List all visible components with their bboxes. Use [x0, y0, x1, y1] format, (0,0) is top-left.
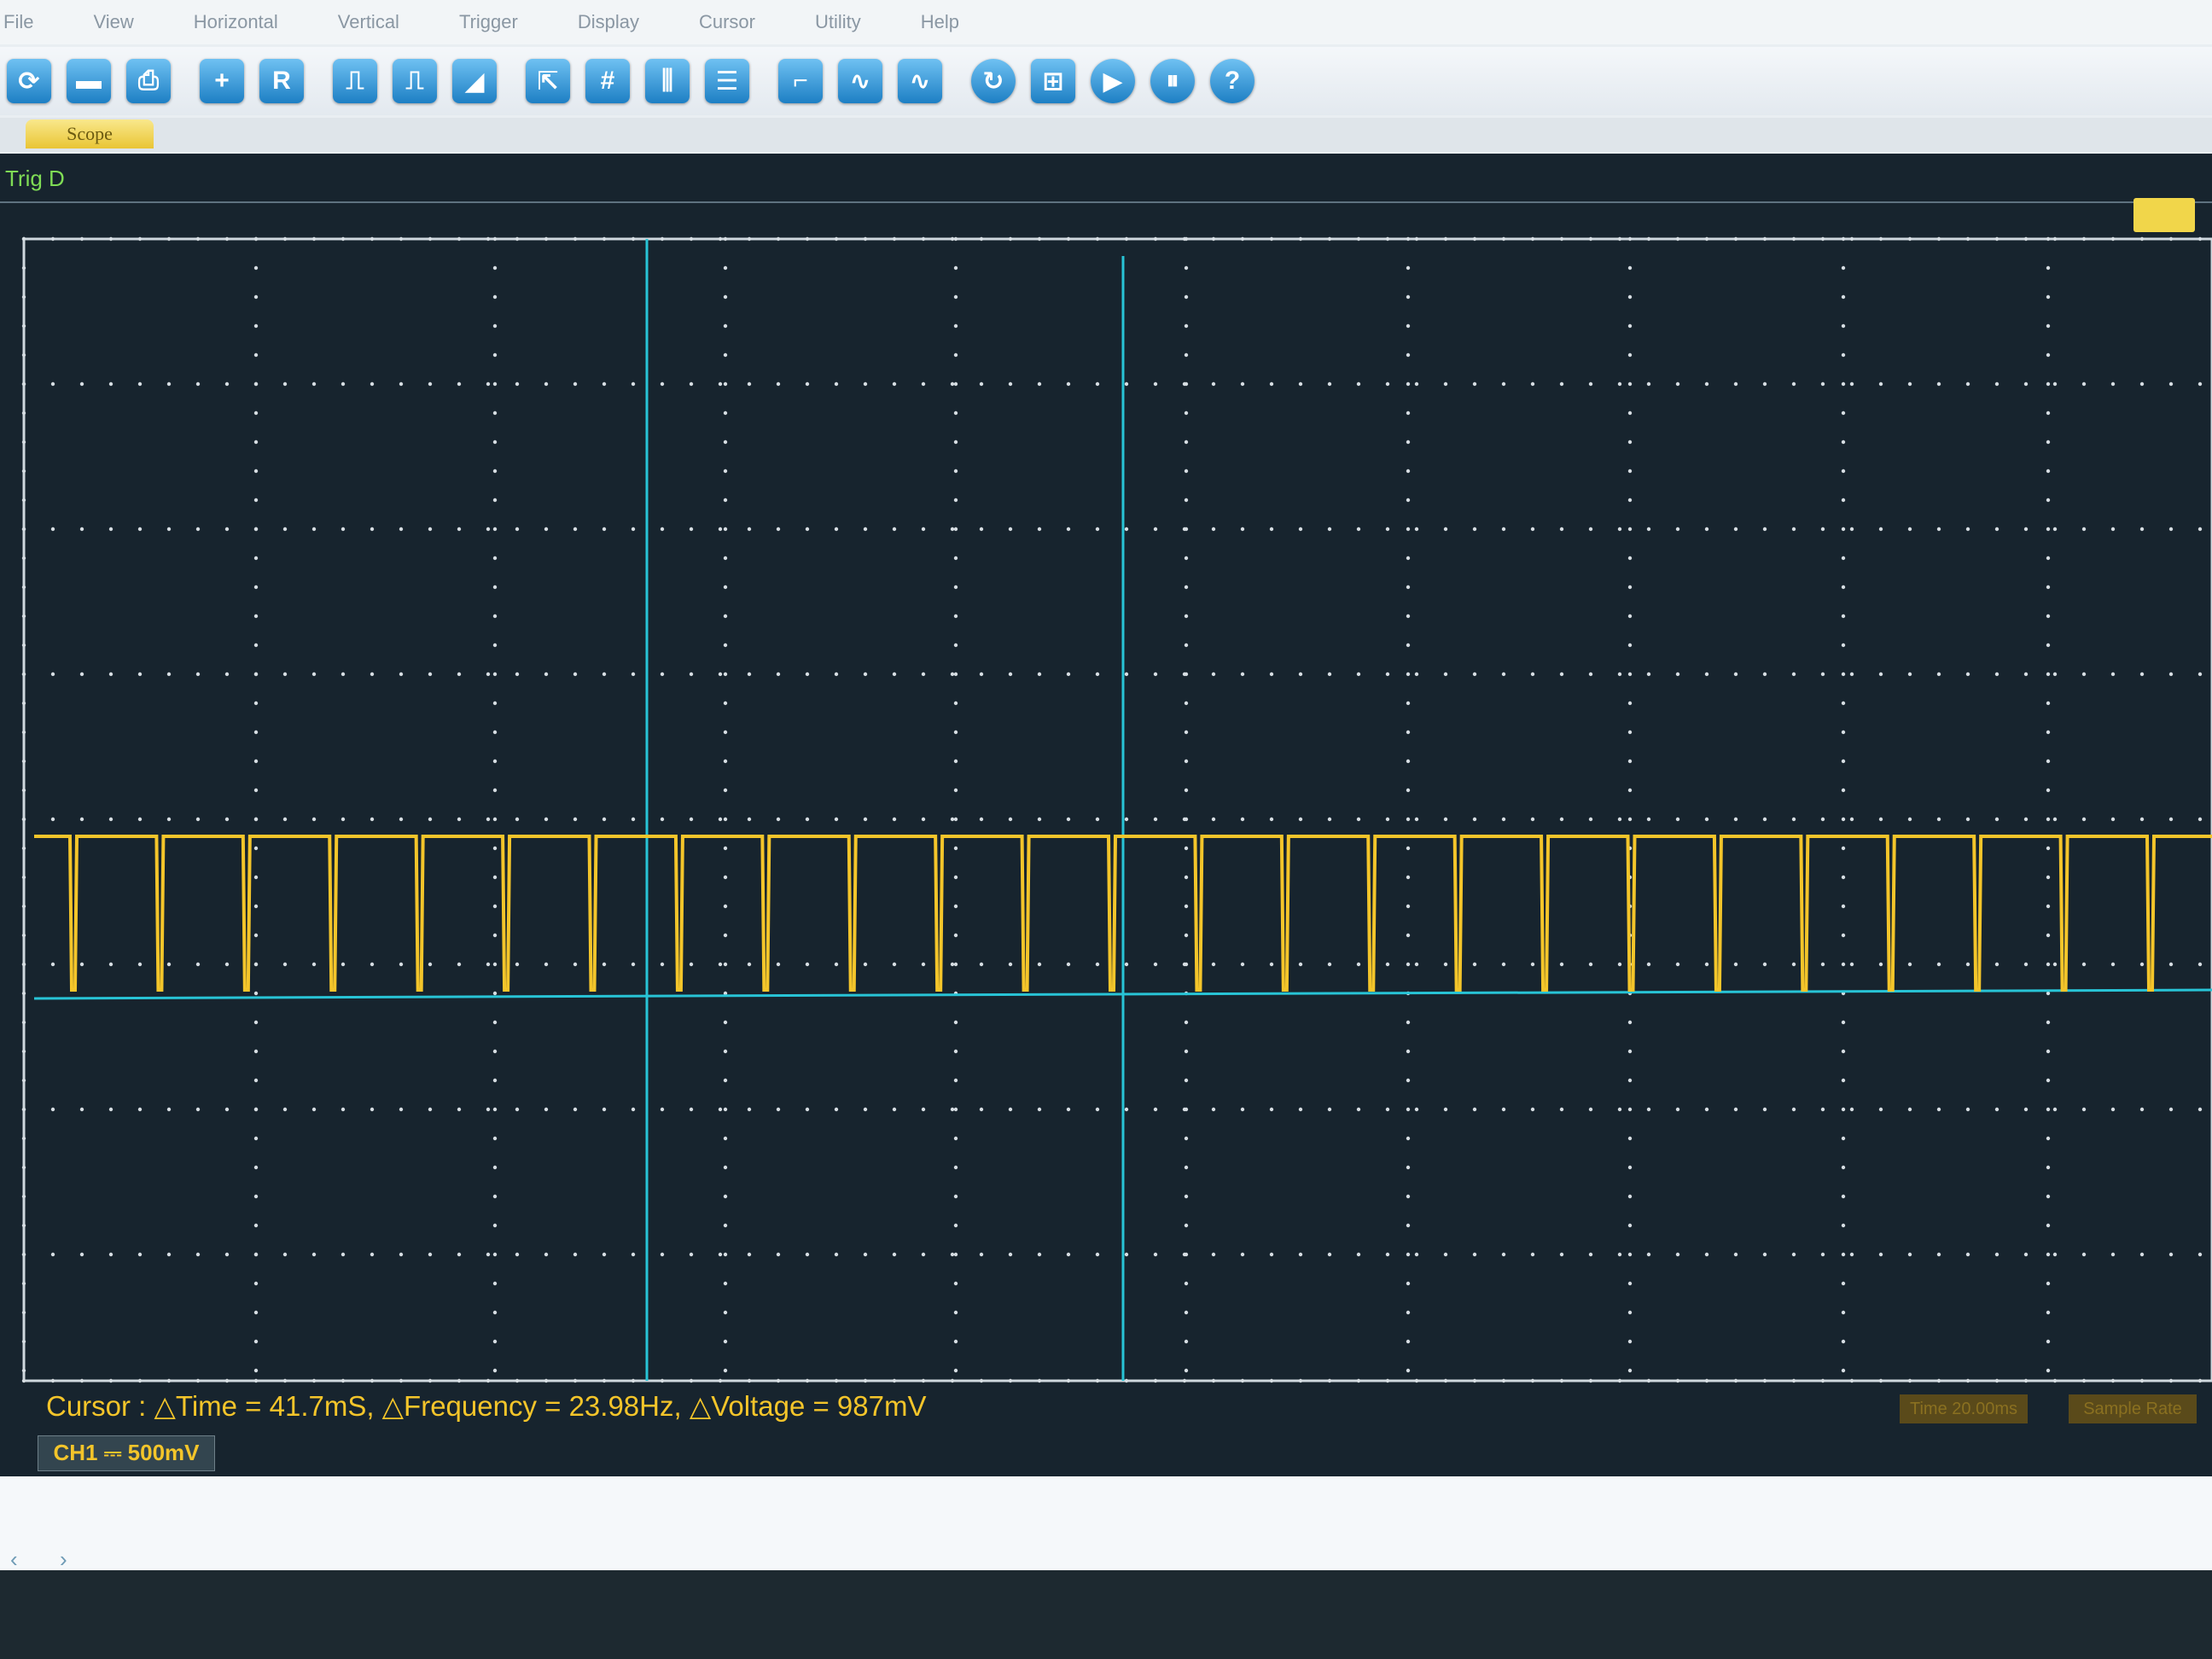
cursor-vertical-icon[interactable]: ⫼: [645, 59, 690, 103]
menu-item-8[interactable]: Help: [921, 11, 959, 33]
pulse-icon[interactable]: ⎍: [333, 59, 377, 103]
sine-icon[interactable]: ∿: [838, 59, 882, 103]
reference-icon[interactable]: R: [259, 59, 304, 103]
nav-forward-icon[interactable]: ›: [60, 1546, 67, 1573]
sine-alt-icon[interactable]: ∿: [898, 59, 942, 103]
graticule-grid: [21, 236, 2203, 1383]
pulse-alt-icon[interactable]: ⎍: [393, 59, 437, 103]
ramp-icon[interactable]: ◢: [452, 59, 497, 103]
cursor-select-icon[interactable]: ⇱: [526, 59, 570, 103]
menu-item-5[interactable]: Display: [578, 11, 639, 33]
menu-item-7[interactable]: Utility: [815, 11, 861, 33]
step-icon[interactable]: ⌐: [778, 59, 823, 103]
help-icon[interactable]: ?: [1210, 59, 1254, 103]
menu-bar: File View Horizontal Vertical Trigger Display…: [0, 0, 2212, 44]
menu-item-0[interactable]: File: [3, 11, 33, 33]
status-strip: [0, 1476, 2212, 1570]
grid-icon[interactable]: #: [585, 59, 630, 103]
sample-rate-readout: Sample Rate: [2069, 1394, 2197, 1423]
nav-back-icon[interactable]: ‹: [10, 1546, 18, 1573]
print-icon[interactable]: ⎙: [126, 59, 171, 103]
run-icon[interactable]: ⟳: [7, 59, 51, 103]
tab-scope[interactable]: Scope: [26, 119, 154, 148]
timebase-readout: Time 20.00ms: [1900, 1394, 2028, 1423]
save-icon[interactable]: ▬: [67, 59, 111, 103]
graticule-frame: [22, 237, 2212, 1382]
menu-item-4[interactable]: Trigger: [459, 11, 518, 33]
menu-item-2[interactable]: Horizontal: [194, 11, 278, 33]
monitor-bezel: [0, 1570, 2212, 1659]
scope-panel: Trig D Cursor : △Time = 41.7mS, △Frequen…: [0, 154, 2212, 1476]
toolbar: ⟳ ▬ ⎙ + R ⎍ ⎍ ◢ ⇱ # ⫼ ☰ ⌐ ∿ ∿ ↻ ⊞ ▶ ⏸?: [0, 47, 2212, 115]
menu-item-1[interactable]: View: [93, 11, 133, 33]
ch1-scale-label[interactable]: CH1 ⎓ 500mV: [38, 1435, 215, 1471]
cursor-horizontal-icon[interactable]: ☰: [705, 59, 749, 103]
cursor-readout: Cursor : △Time = 41.7mS, △Frequency = 23…: [46, 1390, 927, 1422]
tab-strip: Scope: [0, 118, 2212, 152]
play-icon[interactable]: ▶: [1091, 59, 1135, 103]
measure-icon[interactable]: ⊞: [1031, 59, 1075, 103]
menu-item-3[interactable]: Vertical: [338, 11, 399, 33]
pause-icon[interactable]: ⏸: [1150, 59, 1195, 103]
zoom-icon[interactable]: +: [200, 59, 244, 103]
menu-item-6[interactable]: Cursor: [699, 11, 755, 33]
waveform-display[interactable]: [0, 154, 2212, 1476]
auto-icon[interactable]: ↻: [971, 59, 1016, 103]
